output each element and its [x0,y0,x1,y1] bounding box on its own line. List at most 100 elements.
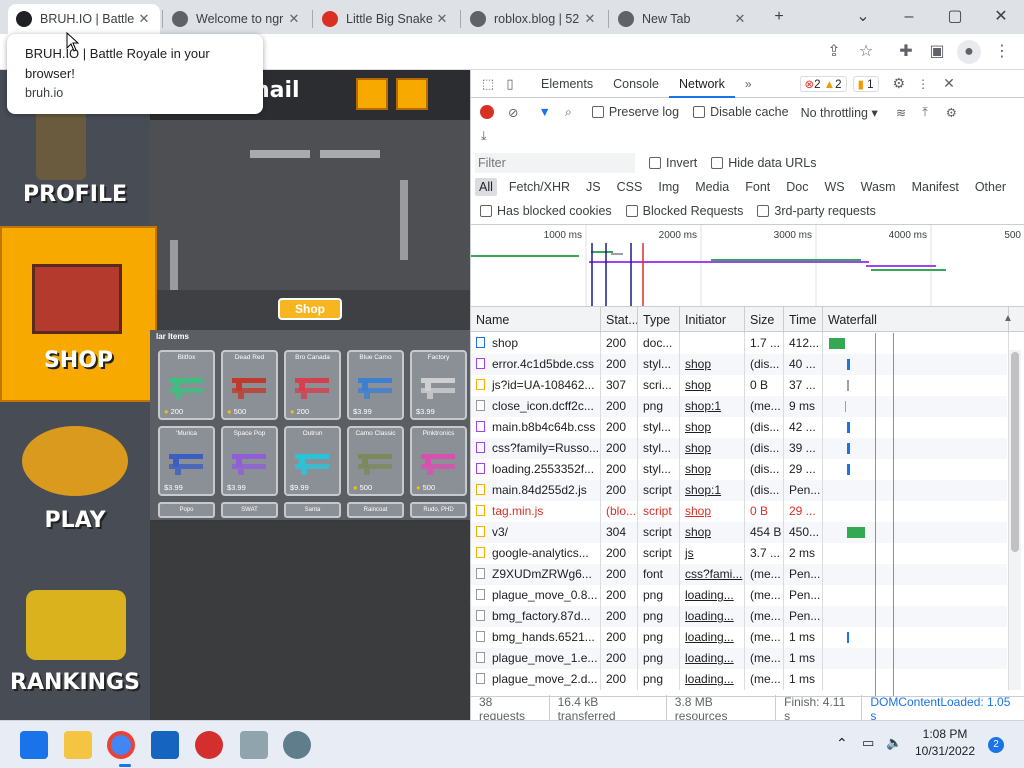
shop-item-card-partial[interactable]: SWAT [221,502,278,518]
cell-initiator[interactable]: shop:1 [680,396,745,417]
type-filter-img[interactable]: Img [654,178,683,196]
cell-initiator[interactable]: shop [680,375,745,396]
export-har-icon[interactable]: ⤓ [481,129,487,144]
cell-initiator[interactable]: js [680,543,745,564]
column-header-name[interactable]: Name [471,307,601,333]
store-icon[interactable] [151,731,179,759]
type-filter-wasm[interactable]: Wasm [857,178,900,196]
volume-icon[interactable]: 🔈 [886,735,902,751]
filter-input[interactable] [475,153,635,173]
shop-item-card[interactable]: Blue Camo $3.99 [347,350,404,420]
throttling-select[interactable]: No throttling ▾ [801,105,878,120]
shop-item-card-partial[interactable]: Raincoat [347,502,404,518]
browser-tab-4[interactable]: New Tab ✕ [610,4,756,34]
table-row[interactable]: bmg_factory.87d... 200 png loading... (me...… [471,606,1009,627]
tab-search-icon[interactable]: ⌄ [840,4,886,30]
file-explorer-icon[interactable] [64,731,92,759]
network-overview-timeline[interactable]: 1000 ms 2000 ms 3000 ms 4000 ms 500 [471,224,1024,307]
type-filter-doc[interactable]: Doc [782,178,812,196]
filter-icon[interactable]: ▼ [538,105,550,119]
table-row[interactable]: js?id=UA-108462... 307 scri... shop 0 B 37 ..… [471,375,1009,396]
column-header-initiator[interactable]: Initiator [680,307,745,333]
invert-checkbox[interactable]: Invert [649,156,697,170]
clock[interactable]: 1:08 PM 10/31/2022 [910,727,980,758]
type-filter-js[interactable]: JS [582,178,605,196]
table-row[interactable]: plague_move_1.e... 200 png loading... (me...… [471,648,1009,669]
table-scrollbar[interactable] [1009,350,1021,690]
browser-menu-icon[interactable]: ⋮ [990,40,1014,64]
type-filter-fetchxhr[interactable]: Fetch/XHR [505,178,574,196]
cell-initiator[interactable]: css?fami... [680,564,745,585]
shop-item-card-partial[interactable]: Rudo, PHD [410,502,467,518]
table-row[interactable]: loading.2553352f... 200 styl... shop (dis...… [471,459,1009,480]
friends-icon[interactable] [356,78,388,110]
browser-tab-0[interactable]: BRUH.IO | Battle ✕ [8,4,160,34]
devtools-settings-gear-icon[interactable]: ⚙ [893,75,906,92]
bookmark-star-icon[interactable]: ☆ [854,40,878,64]
cell-initiator[interactable]: shop:1 [680,480,745,501]
table-row[interactable]: main.84d255d2.js 200 script shop:1 (dis... Pe… [471,480,1009,501]
column-header-stat[interactable]: Stat... [601,307,638,333]
tray-chevron-up-icon[interactable]: ⌃ [836,735,848,752]
extensions-icon[interactable]: ✚ [894,40,918,64]
tab-close-icon[interactable]: ✕ [434,11,450,27]
column-header-time[interactable]: Time [784,307,823,333]
hide-data-urls-checkbox[interactable]: Hide data URLs [711,156,817,170]
device-toolbar-icon[interactable]: ▯ [499,76,521,92]
tab-console[interactable]: Console [603,70,669,98]
table-row[interactable]: v3/304 script shop 454 B 450... [471,522,1009,543]
cell-initiator[interactable]: loading... [680,606,745,627]
third-party-checkbox[interactable]: 3rd-party requests [757,204,876,218]
table-row[interactable]: shop 200 doc... 1.7 ... 412... [471,333,1009,354]
column-header-size[interactable]: Size [745,307,784,333]
shop-item-card[interactable]: Blitfox ● 200 [158,350,215,420]
inspect-element-icon[interactable]: ⬚ [477,76,499,92]
side-panel-icon[interactable]: ▣ [925,40,949,64]
new-tab-icon[interactable]: + [756,4,802,30]
blocked-cookies-checkbox[interactable]: Has blocked cookies [480,204,612,218]
maximize-icon[interactable]: ▢ [932,4,978,30]
table-row[interactable]: plague_move_2.d... 200 png loading... (me...… [471,669,1009,690]
type-filter-css[interactable]: CSS [613,178,647,196]
shop-item-card[interactable]: 'Murica $3.99 [158,426,215,496]
nav-rankings[interactable]: RANKINGS [0,670,150,695]
shop-item-card[interactable]: Dead Red ● 500 [221,350,278,420]
nav-shop[interactable]: SHOP [0,226,157,402]
table-row[interactable]: error.4c1d5bde.css 200 styl... shop (dis... 4… [471,354,1009,375]
shop-item-card-partial[interactable]: Popo [158,502,215,518]
table-row[interactable]: tag.min.js (blo... script shop 0 B 29 ... [471,501,1009,522]
network-conditions-icon[interactable]: ≋ [896,105,906,120]
close-window-icon[interactable]: ✕ [978,4,1024,30]
profile-avatar-icon[interactable]: ● [957,40,981,64]
browser-tab-3[interactable]: roblox.blog | 52 ✕ [462,4,606,34]
nav-play[interactable]: PLAY [0,508,150,533]
shop-item-card[interactable]: Bro Canada ● 200 [284,350,341,420]
issues-counter[interactable]: ⊗2 ▲2 [799,75,847,92]
preserve-log-checkbox[interactable]: Preserve log [591,105,679,119]
clear-icon[interactable]: ⊘ [508,105,518,120]
cell-initiator[interactable] [680,333,745,354]
shop-item-card[interactable]: Pinktronics ● 500 [410,426,467,496]
column-header-type[interactable]: Type [638,307,680,333]
table-row[interactable]: google-analytics... 200 script js 3.7 ... 2 m… [471,543,1009,564]
tab-network[interactable]: Network [668,70,735,98]
table-row[interactable]: css?family=Russo... 200 styl... shop (dis...… [471,438,1009,459]
remote-desktop-icon[interactable] [240,731,268,759]
table-row[interactable]: close_icon.dcff2c... 200 png shop:1 (me... 9 … [471,396,1009,417]
table-row[interactable]: plague_move_0.8... 200 png loading... (me...… [471,585,1009,606]
cell-initiator[interactable]: shop [680,417,745,438]
cell-initiator[interactable]: shop [680,459,745,480]
notification-badge[interactable]: 2 [988,737,1004,753]
tab-close-icon[interactable]: ✕ [732,11,748,27]
type-filter-other[interactable]: Other [971,178,1010,196]
search-icon[interactable]: ⌕ [565,105,572,120]
type-filter-ws[interactable]: WS [820,178,848,196]
column-header-waterfall[interactable]: Waterfall [823,307,1009,333]
settings-gear-icon[interactable] [396,78,428,110]
tab-close-icon[interactable]: ✕ [136,11,152,27]
table-row[interactable]: Z9XUDmZRWg6... 200 font css?fami... (me... Pe… [471,564,1009,585]
settings-gear-icon[interactable] [283,731,311,759]
nav-profile[interactable]: PROFILE [0,182,150,207]
cell-initiator[interactable]: loading... [680,585,745,606]
browser-tab-2[interactable]: Little Big Snake ✕ [314,4,458,34]
